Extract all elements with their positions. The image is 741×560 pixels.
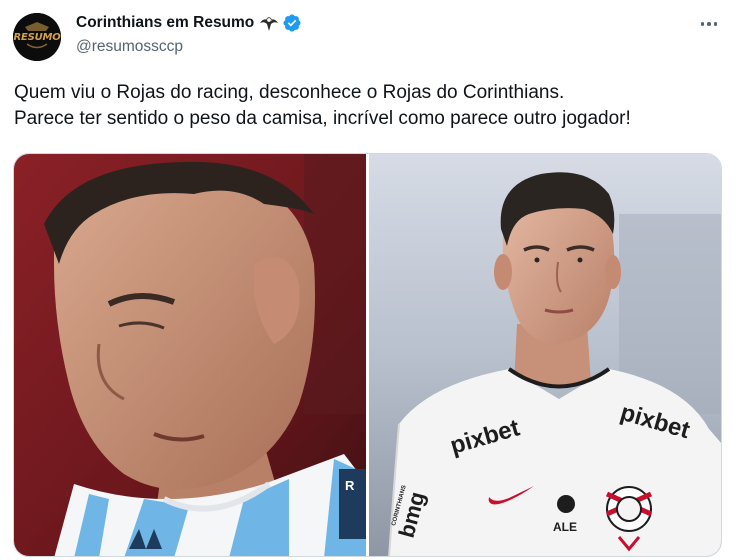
more-dot-icon (700, 22, 705, 26)
tweet-text-line-2: Parece ter sentido o peso da camisa, inc… (14, 108, 631, 129)
author-avatar[interactable]: RESUMO (13, 13, 61, 61)
author-display-name[interactable]: Corinthians em Resumo (76, 14, 254, 32)
chest-brand-ale: ALE (553, 520, 577, 534)
shirt-label-text: R (345, 478, 355, 493)
author-handle[interactable]: @resumossccp (76, 38, 302, 56)
avatar-label: RESUMO (13, 31, 61, 43)
author-names: Corinthians em Resumo @resumossccp (76, 13, 302, 56)
tweet-text-line-1: Quem viu o Rojas do racing, desconhece o… (14, 82, 565, 103)
corinthians-player-photo: pixbet pixbet bmg CORINTHIANS ALE (369, 154, 721, 556)
tweet-card[interactable]: RESUMO Corinthians em Resumo @resumosscc… (0, 0, 741, 560)
media-grid: R pixbet pixbet bmg CORINTHIANS ALE (13, 153, 722, 557)
more-options-button[interactable] (697, 16, 721, 32)
more-dot-icon (707, 22, 711, 26)
tweet-text: Quem viu o Rojas do racing, desconhece o… (14, 80, 729, 132)
name-row: Corinthians em Resumo (76, 13, 302, 33)
media-photo-corinthians[interactable]: pixbet pixbet bmg CORINTHIANS ALE (369, 154, 721, 556)
eagle-icon (259, 14, 279, 32)
media-photo-racing[interactable]: R (14, 154, 366, 556)
racing-player-photo: R (14, 154, 366, 556)
more-dot-icon (713, 22, 718, 26)
verified-badge-icon[interactable] (282, 13, 302, 33)
